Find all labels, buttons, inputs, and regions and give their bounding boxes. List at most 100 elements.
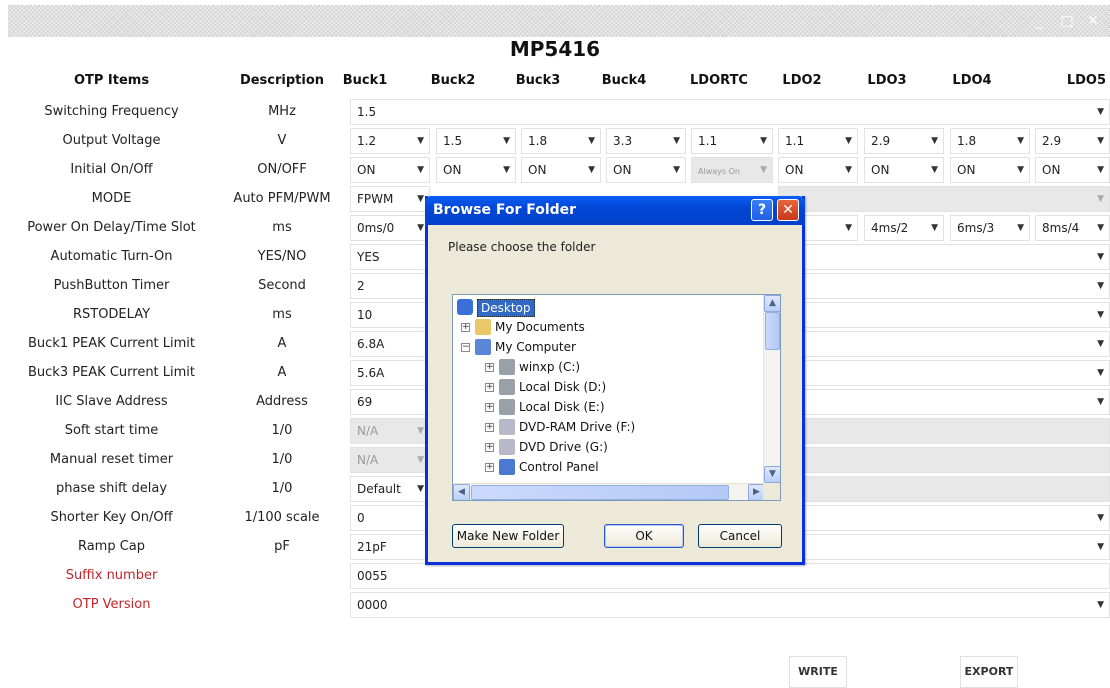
field-value: 69 (357, 395, 373, 409)
tree-item[interactable]: + DVD-RAM Drive (F:) (453, 417, 765, 437)
row-description: Auto PFM/PWM (233, 191, 331, 206)
phase-shift-select[interactable]: Default ▼ (350, 476, 430, 502)
channel-select[interactable]: 1.8 ▼ (950, 128, 1030, 154)
channel-select[interactable]: ON ▼ (864, 157, 944, 183)
horizontal-scrollbar[interactable]: ◀ ▶ (453, 483, 765, 500)
row-description: MHz (268, 104, 296, 119)
select-value: 1.5 (443, 134, 463, 148)
chevron-down-icon: ▼ (588, 136, 595, 146)
field-value: 0055 (357, 569, 388, 583)
channel-select[interactable]: 1.1 ▼ (778, 128, 858, 154)
tree-item[interactable]: + winxp (C:) (453, 357, 765, 377)
expand-icon[interactable]: + (485, 463, 494, 472)
chevron-down-icon: ▼ (417, 136, 424, 146)
expand-icon[interactable]: + (485, 403, 494, 412)
channel-select[interactable]: 1.8 ▼ (521, 128, 601, 154)
channel-select[interactable]: 6ms/3 ▼ (950, 215, 1030, 241)
drive-icon (499, 359, 515, 375)
channel-select[interactable]: ON ▼ (350, 157, 430, 183)
collapse-icon[interactable]: − (461, 343, 470, 352)
disabled-area (805, 418, 1110, 444)
header-description: Description (239, 73, 325, 88)
row-description: 1/0 (271, 481, 293, 496)
channel-select[interactable]: ON ▼ (778, 157, 858, 183)
chevron-down-icon: ▼ (1017, 223, 1024, 233)
channel-select[interactable]: ON ▼ (950, 157, 1030, 183)
channel-select[interactable]: 1.1 ▼ (691, 128, 773, 154)
expand-icon[interactable]: + (485, 383, 494, 392)
make-new-folder-button[interactable]: Make New Folder (452, 524, 564, 548)
channel-select[interactable]: 2.9 ▼ (1035, 128, 1110, 154)
close-button[interactable]: ✕ (1080, 5, 1106, 37)
cancel-button[interactable]: Cancel (698, 524, 782, 548)
dialog-close-button[interactable]: ✕ (777, 199, 799, 221)
write-button[interactable]: WRITE (789, 656, 847, 688)
channel-select[interactable]: ON ▼ (1035, 157, 1110, 183)
tree-item[interactable]: + Local Disk (E:) (453, 397, 765, 417)
scroll-down-icon[interactable]: ▼ (764, 466, 780, 483)
tree-item[interactable]: − My Computer (453, 337, 765, 357)
tree-item[interactable]: + Control Panel (453, 457, 765, 477)
dialog-title: Browse For Folder (433, 202, 577, 218)
h-scroll-thumb[interactable] (471, 485, 729, 500)
chevron-down-icon: ▼ (931, 165, 938, 175)
channel-select[interactable]: ON ▼ (606, 157, 686, 183)
drive-icon (499, 399, 515, 415)
expand-icon[interactable]: + (485, 443, 494, 452)
channel-select[interactable]: Always On ▼ (691, 157, 773, 183)
value-field[interactable]: 1.5 ▼ (350, 99, 1110, 125)
chevron-down-icon: ▼ (417, 455, 424, 465)
help-button[interactable]: ? (751, 199, 773, 221)
chevron-down-icon: ▼ (931, 136, 938, 146)
tree-item[interactable]: + DVD Drive (G:) (453, 437, 765, 457)
maximize-button[interactable]: □ (1054, 5, 1080, 37)
chevron-down-icon: ▼ (1097, 165, 1104, 175)
folder-tree[interactable]: Desktop + My Documents − My Computer + winxp (… (452, 294, 781, 501)
ok-button[interactable]: OK (604, 524, 684, 548)
channel-select[interactable]: 1.5 ▼ (436, 128, 516, 154)
tree-item[interactable]: + My Documents (453, 317, 765, 337)
channel-select[interactable]: 1.2 ▼ (350, 128, 430, 154)
row-label: Initial On/Off (70, 162, 153, 177)
scroll-left-icon[interactable]: ◀ (453, 484, 470, 500)
scroll-up-icon[interactable]: ▲ (764, 295, 780, 312)
channel-select[interactable]: 2.9 ▼ (864, 128, 944, 154)
row-description: pF (274, 539, 290, 554)
field-value: 0 (357, 511, 365, 525)
value-field[interactable]: 0000 ▼ (350, 592, 1110, 618)
chevron-down-icon: ▼ (1097, 513, 1104, 523)
chevron-down-icon: ▼ (1097, 397, 1104, 407)
export-button[interactable]: EXPORT (960, 656, 1018, 688)
header-channel: Buck4 (601, 73, 647, 88)
chevron-down-icon: ▼ (1097, 107, 1104, 117)
app-window: _ □ ✕ MP5416 OTP Items Description Buck1 Bu… (0, 0, 1110, 688)
tree-item-label: Desktop (477, 299, 535, 317)
select-value: Always On (698, 167, 740, 176)
drive-icon (499, 379, 515, 395)
channel-select[interactable]: ON ▼ (436, 157, 516, 183)
row-description: 1/0 (271, 423, 293, 438)
chevron-down-icon: ▼ (845, 136, 852, 146)
expand-icon[interactable]: + (461, 323, 470, 332)
channel-select[interactable]: 8ms/4 ▼ (1035, 215, 1110, 241)
tree-item-label: DVD-RAM Drive (F:) (519, 420, 636, 434)
scroll-thumb[interactable] (765, 312, 780, 350)
select-value: 1.8 (528, 134, 548, 148)
chevron-down-icon: ▼ (1097, 542, 1104, 552)
minimize-button[interactable]: _ (1026, 5, 1052, 37)
expand-icon[interactable]: + (485, 363, 494, 372)
mode-select[interactable]: FPWM ▼ (350, 186, 430, 212)
dialog-title-bar: Browse For Folder ? ✕ (425, 196, 805, 225)
value-field[interactable]: 0055 (350, 563, 1110, 589)
chevron-down-icon: ▼ (673, 165, 680, 175)
mode-disabled-area: ▼ (778, 186, 1110, 212)
channel-select[interactable]: ON ▼ (521, 157, 601, 183)
channel-select[interactable]: 0ms/0 ▼ (350, 215, 430, 241)
row-description (223, 563, 341, 589)
tree-item[interactable]: Desktop (453, 297, 765, 317)
channel-select[interactable]: 4ms/2 ▼ (864, 215, 944, 241)
vertical-scrollbar[interactable]: ▲ ▼ (763, 295, 780, 483)
tree-item[interactable]: + Local Disk (D:) (453, 377, 765, 397)
expand-icon[interactable]: + (485, 423, 494, 432)
channel-select[interactable]: 3.3 ▼ (606, 128, 686, 154)
